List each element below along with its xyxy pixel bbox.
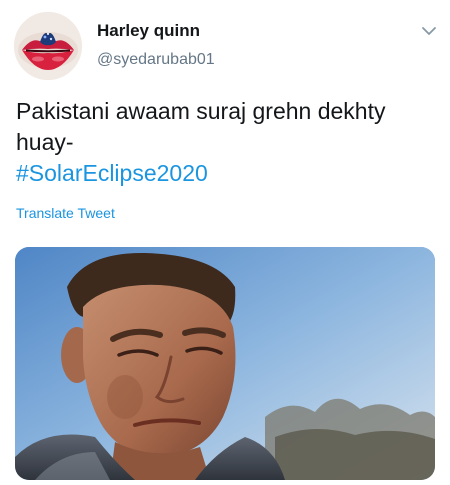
lips-avatar-icon bbox=[14, 12, 82, 80]
avatar[interactable] bbox=[14, 12, 82, 80]
man-squinting-at-sun-photo-icon bbox=[15, 247, 435, 480]
chevron-down-icon[interactable] bbox=[421, 24, 437, 36]
tweet-text-line: huay- bbox=[16, 129, 74, 155]
hashtag-link[interactable]: #SolarEclipse2020 bbox=[16, 158, 436, 189]
author-display-name[interactable]: Harley quinn bbox=[97, 21, 200, 41]
translate-tweet-link[interactable]: Translate Tweet bbox=[16, 205, 115, 221]
author-handle[interactable]: @syedarubab01 bbox=[97, 51, 215, 69]
tweet-media-photo[interactable] bbox=[15, 247, 435, 480]
tweet-text: Pakistani awaam suraj grehn dekhty huay-… bbox=[16, 96, 436, 189]
tweet-text-line: Pakistani awaam suraj grehn dekhty bbox=[16, 98, 386, 124]
